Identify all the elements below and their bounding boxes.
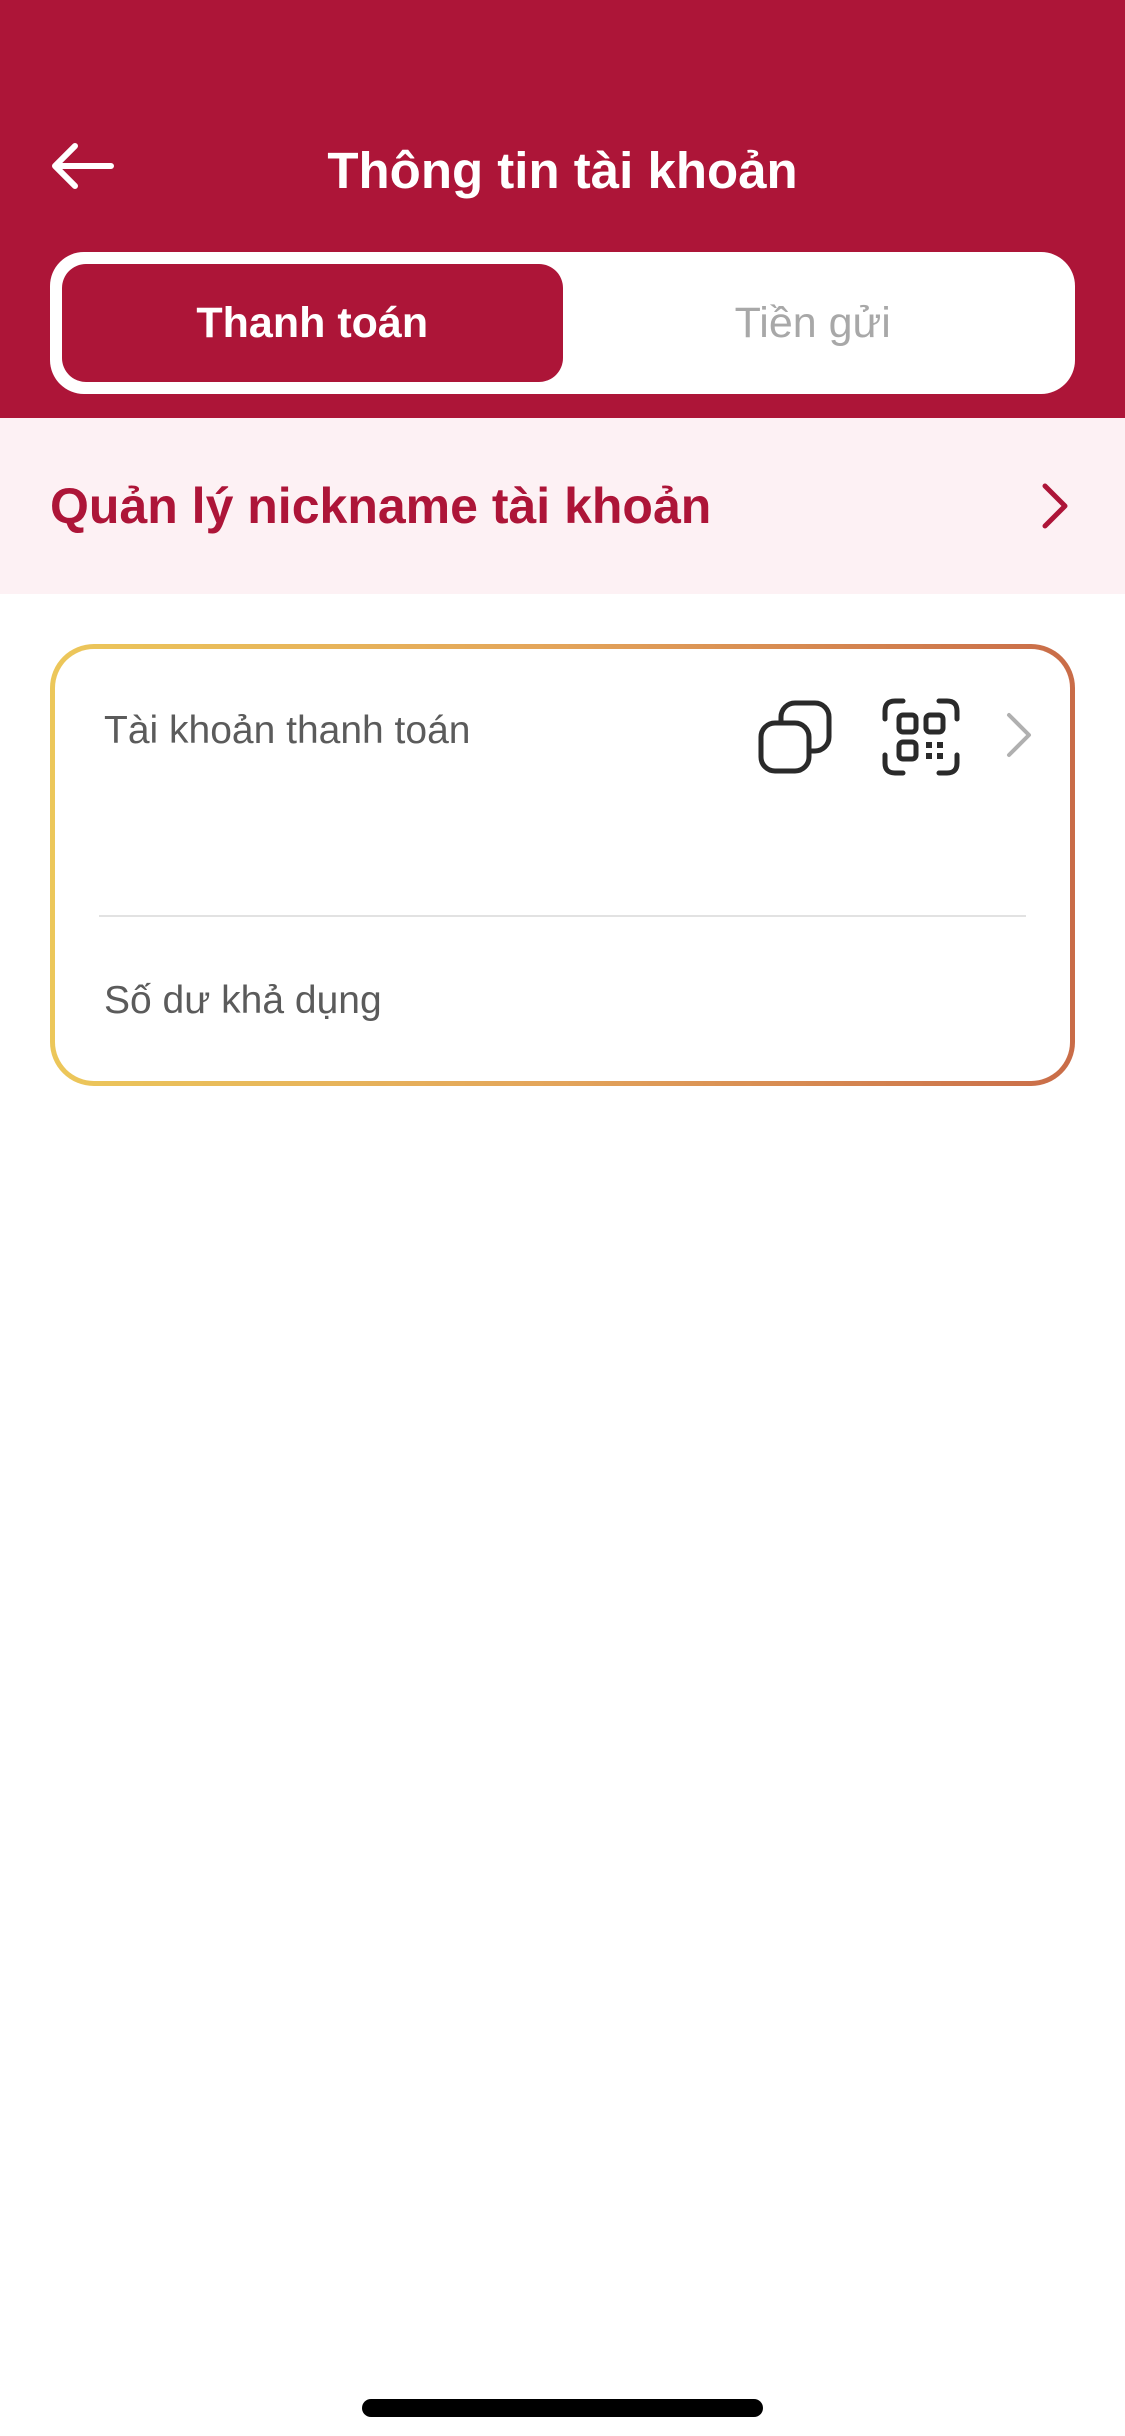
home-indicator — [362, 2399, 763, 2417]
manage-nickname-label: Quản lý nickname tài khoản — [50, 478, 712, 534]
account-detail-chevron[interactable] — [999, 705, 1039, 765]
qr-code-icon — [882, 698, 960, 776]
account-card: Tài khoản thanh toán Số dư khả dụng — [50, 644, 1075, 1086]
tab-thanh-toan[interactable]: Thanh toán — [62, 264, 563, 382]
divider — [99, 915, 1026, 917]
copy-icon — [758, 700, 832, 774]
account-card-body: Tài khoản thanh toán Số dư khả dụng — [55, 649, 1070, 1081]
manage-nickname-row[interactable]: Quản lý nickname tài khoản — [0, 418, 1125, 594]
qr-code-button[interactable] — [881, 697, 961, 777]
page-title: Thông tin tài khoản — [327, 142, 798, 199]
chevron-right-icon — [1035, 476, 1075, 536]
copy-button[interactable] — [755, 697, 835, 777]
tab-tien-gui[interactable]: Tiền gửi — [563, 264, 1064, 382]
header: Thông tin tài khoản Thanh toán Tiền gửi — [0, 0, 1125, 418]
account-type-label: Tài khoản thanh toán — [104, 709, 471, 752]
chevron-right-icon — [1007, 713, 1031, 757]
available-balance-label: Số dư khả dụng — [104, 979, 382, 1022]
account-type-tabs: Thanh toán Tiền gửi — [50, 252, 1075, 394]
